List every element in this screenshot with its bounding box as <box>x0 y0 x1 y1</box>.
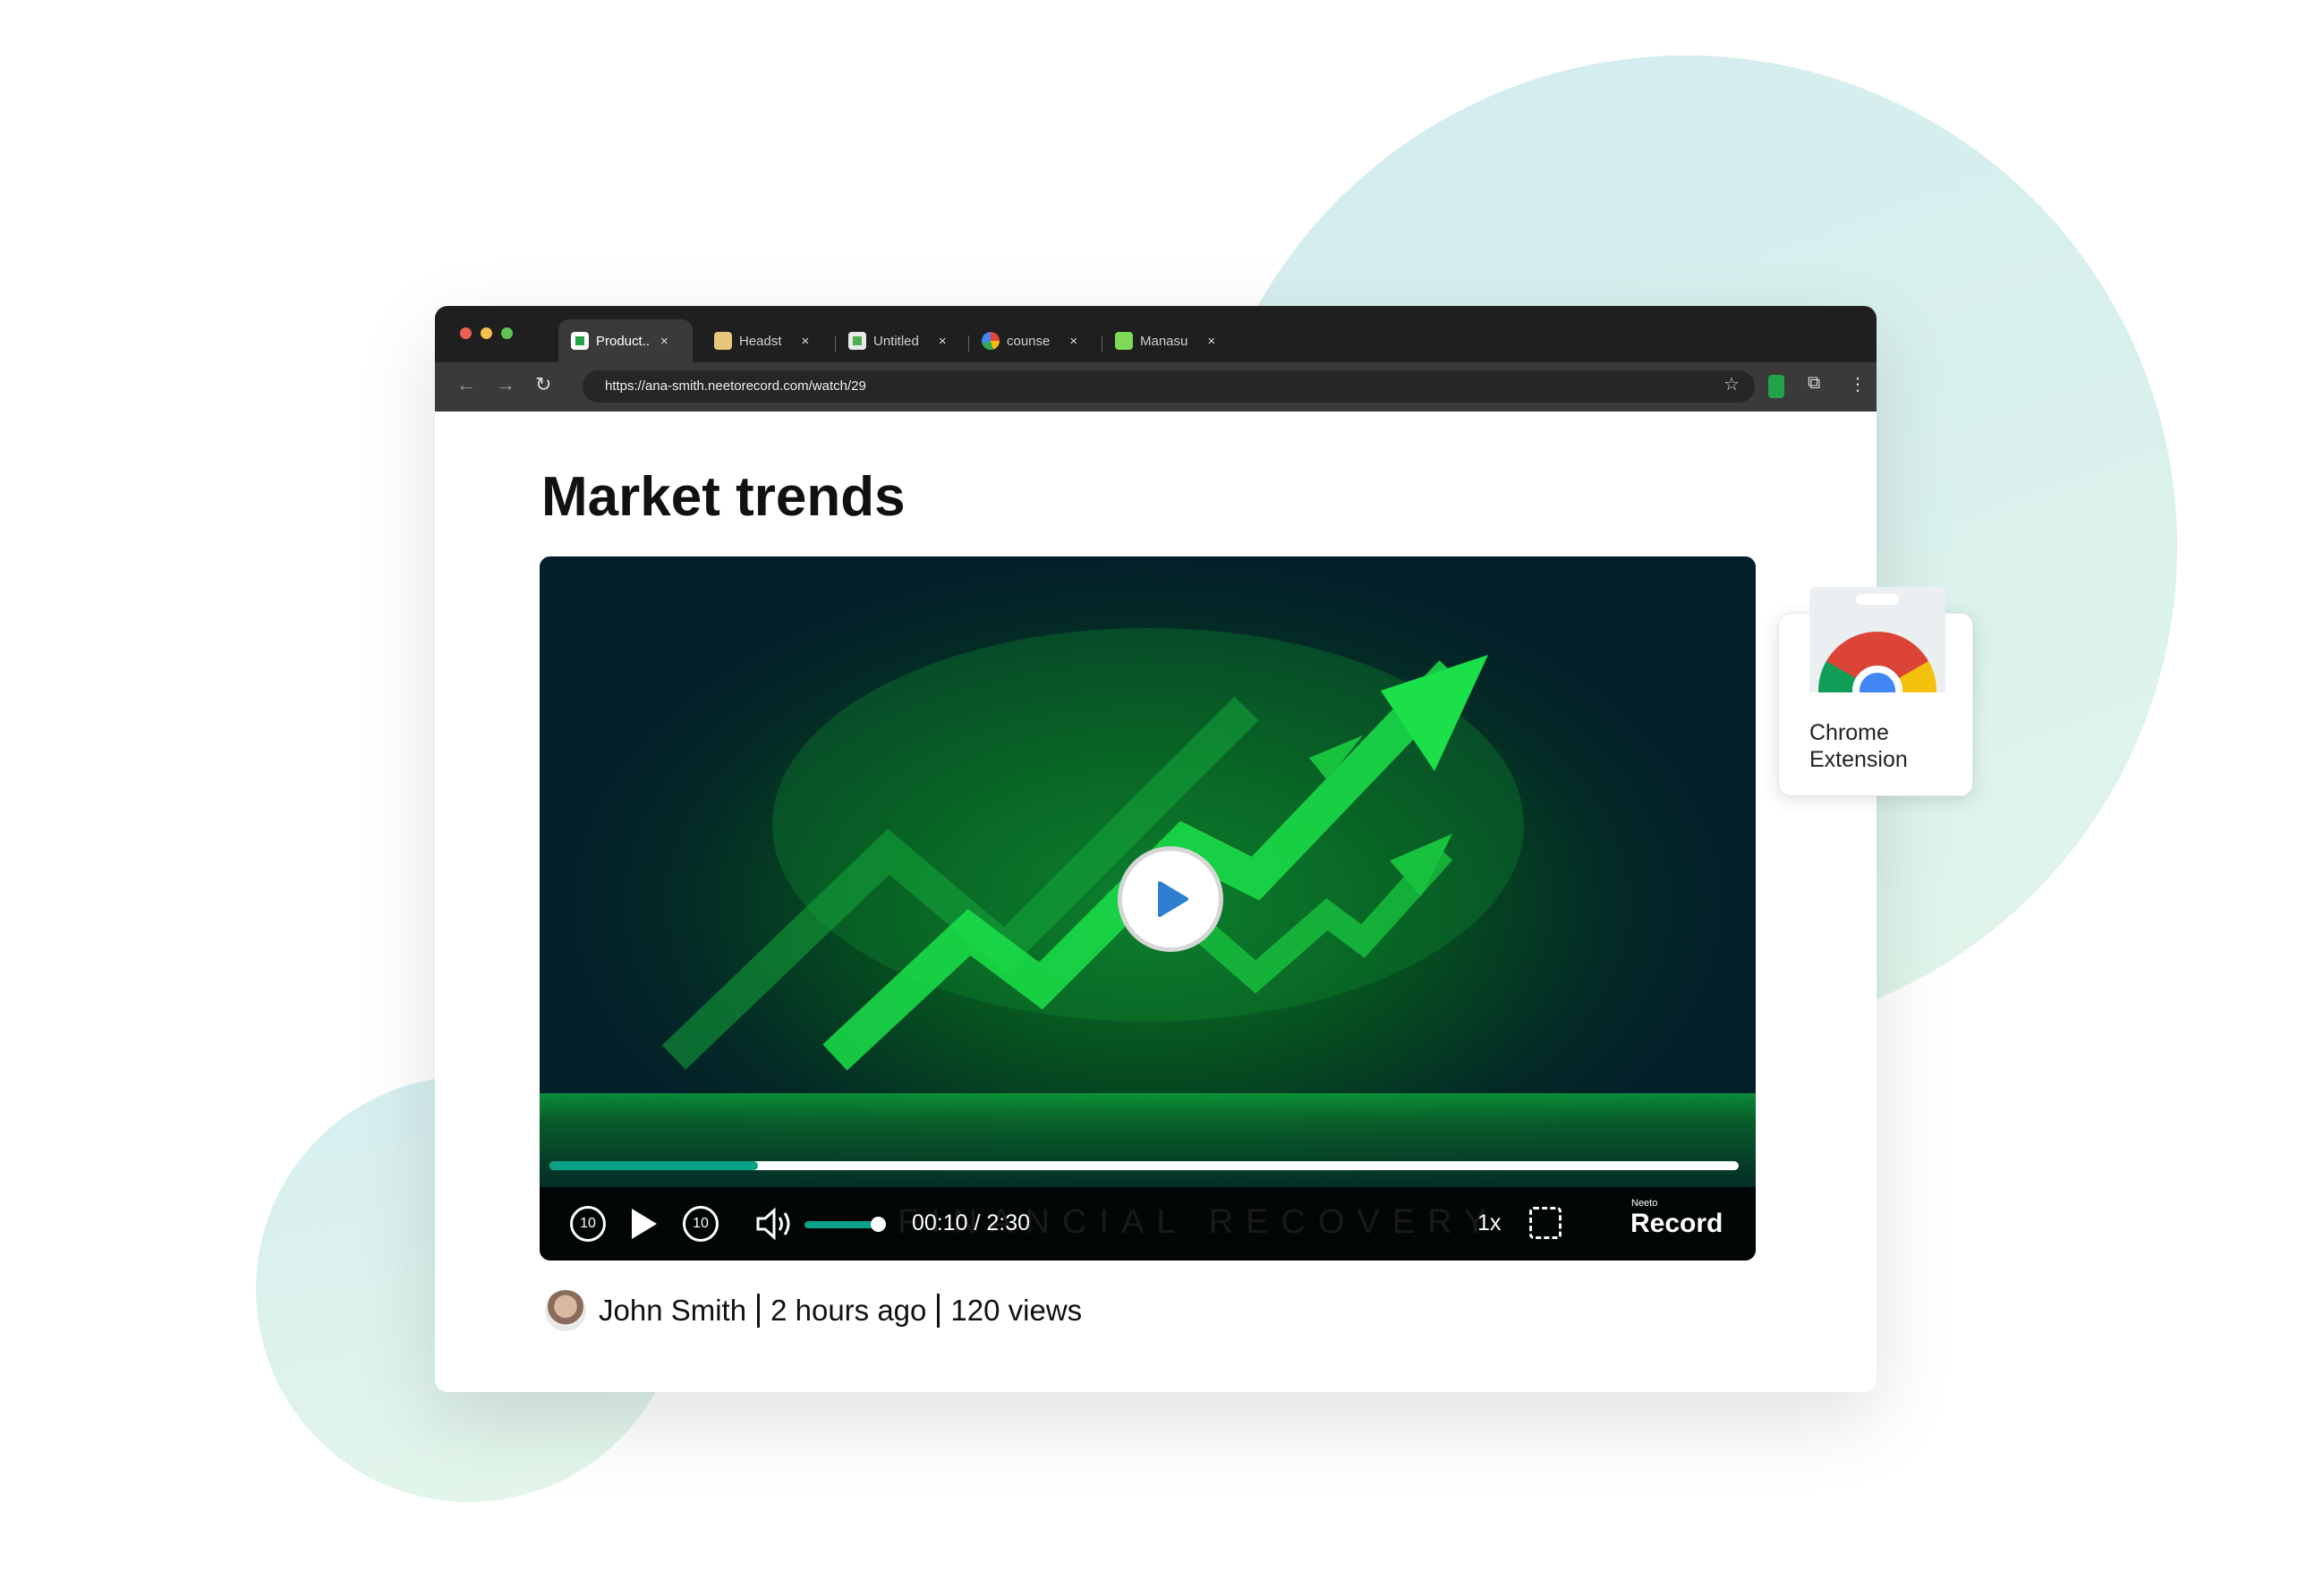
tab-untitled[interactable]: Untitled × <box>848 319 947 362</box>
video-meta: John Smith 2 hours ago 120 views <box>545 1290 1082 1331</box>
more-menu-icon[interactable]: ⋮ <box>1849 373 1867 395</box>
tab-counse[interactable]: counse × <box>982 319 1077 362</box>
neeto-record-extension-icon[interactable] <box>1768 375 1784 398</box>
tab-manasu[interactable]: Manasu × <box>1115 319 1215 362</box>
address-bar-row: ← → ↻ https://ana-smith.neetorecord.com/… <box>435 362 1877 412</box>
app-icon <box>1115 332 1133 350</box>
progress-bar[interactable] <box>549 1161 1739 1170</box>
close-tab-icon[interactable]: × <box>1069 334 1077 349</box>
tab-label: Untitled <box>873 333 919 349</box>
volume-slider[interactable] <box>804 1221 876 1228</box>
minimize-window-button[interactable] <box>481 327 492 339</box>
video-player[interactable]: FINANCIAL RECOVERY 10 10 00:10 / 2:30 1x… <box>540 556 1756 1261</box>
extensions-puzzle-icon[interactable]: ⧉ <box>1808 373 1820 394</box>
author-name[interactable]: John Smith <box>599 1294 746 1328</box>
tab-label: Headst <box>739 333 782 349</box>
google-icon <box>982 332 1000 350</box>
time-display: 00:10 / 2:30 <box>912 1210 1031 1235</box>
chrome-extension-card[interactable]: Chrome Extension <box>1778 587 1973 796</box>
neeto-record-logo[interactable]: Record <box>1630 1209 1723 1239</box>
progress-fill <box>549 1161 758 1170</box>
view-count: 120 views <box>950 1294 1083 1327</box>
tab-headst[interactable]: Headst × <box>714 319 809 362</box>
extension-label-line2: Extension <box>1809 747 1908 772</box>
forward-icon[interactable]: → <box>496 373 515 396</box>
sheet-icon <box>848 332 866 350</box>
reload-icon[interactable]: ↻ <box>535 373 551 396</box>
bookmark-star-icon[interactable]: ☆ <box>1724 373 1740 395</box>
url-input[interactable]: https://ana-smith.neetorecord.com/watch/… <box>583 370 1755 403</box>
play-pause-button[interactable] <box>629 1207 660 1241</box>
posted-time: 2 hours ago <box>770 1294 927 1327</box>
avatar <box>545 1290 586 1331</box>
close-window-button[interactable] <box>460 327 472 339</box>
rewind-10-button[interactable]: 10 <box>570 1206 606 1242</box>
image-icon <box>714 332 732 350</box>
maximize-window-button[interactable] <box>501 327 513 339</box>
forward-10-button[interactable]: 10 <box>683 1206 719 1242</box>
close-tab-icon[interactable]: × <box>1207 334 1215 349</box>
extension-label-line1: Chrome <box>1809 720 1889 745</box>
playback-speed-button[interactable]: 1x <box>1477 1210 1501 1236</box>
tab-bar: Product.. × Headst × Untitled × counse ×… <box>435 306 1877 362</box>
close-tab-icon[interactable]: × <box>802 334 810 349</box>
fullscreen-button[interactable] <box>1529 1207 1562 1239</box>
browser-window: Product.. × Headst × Untitled × counse ×… <box>435 306 1877 1392</box>
play-icon <box>1158 881 1188 917</box>
extension-label: Chrome Extension <box>1809 719 1935 773</box>
play-button[interactable] <box>1118 846 1223 952</box>
tab-label: counse <box>1007 333 1051 349</box>
neeto-record-icon <box>571 332 589 350</box>
brand-small-text: Neeto <box>1631 1198 1658 1209</box>
tab-product[interactable]: Product.. × <box>558 319 693 362</box>
close-tab-icon[interactable]: × <box>660 334 668 349</box>
chrome-logo-icon <box>1818 632 1936 692</box>
tab-label: Manasu <box>1140 333 1188 349</box>
close-tab-icon[interactable]: × <box>939 334 947 349</box>
chrome-store-bag-icon <box>1809 587 1945 692</box>
tab-label: Product.. <box>596 333 651 349</box>
back-icon[interactable]: ← <box>456 373 476 396</box>
volume-icon[interactable] <box>754 1207 796 1241</box>
video-controls: FINANCIAL RECOVERY 10 10 00:10 / 2:30 1x… <box>540 1187 1756 1261</box>
volume-slider-handle[interactable] <box>871 1217 886 1232</box>
page-title: Market trends <box>541 466 906 528</box>
